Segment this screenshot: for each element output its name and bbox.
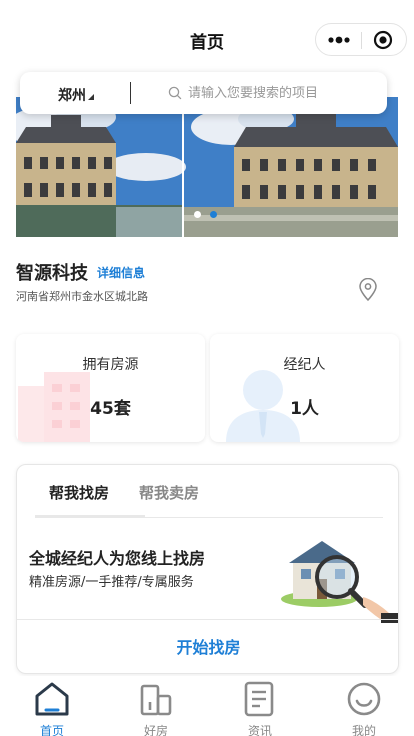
search-input[interactable] [188, 83, 368, 103]
tabbar-item-profile[interactable]: 我的 [312, 680, 414, 736]
banner-carousel[interactable] [16, 97, 398, 237]
building-icon [140, 684, 172, 716]
tab-divider [35, 517, 383, 518]
chateau-photo [16, 97, 398, 237]
tab-sell-house[interactable]: 帮我卖房 [139, 482, 199, 503]
tabbar-item-news[interactable]: 资讯 [208, 680, 312, 736]
stat-value: 1人 [290, 399, 319, 419]
magnifier-house-icon [281, 541, 398, 623]
stat-label: 拥有房源 [82, 357, 139, 373]
tab-find-house[interactable]: 帮我找房 [49, 482, 109, 503]
tabbar-label: 好房 [143, 724, 168, 736]
find-house-card: 帮我找房 帮我卖房 全城经纪人为您线上找房 精准房源/一手推荐/专属服务 开始找… [16, 464, 399, 674]
city-selector[interactable]: 郑州 [58, 85, 86, 105]
capsule-divider [361, 32, 362, 49]
agents-stat-card[interactable]: 经纪人 1人 [210, 334, 399, 442]
news-icon [244, 681, 274, 717]
more-dots-icon[interactable] [325, 31, 353, 49]
search-divider [130, 82, 131, 104]
home-icon [35, 682, 69, 716]
tabbar-label: 我的 [351, 724, 376, 736]
promo-subtitle: 精准房源/一手推荐/专属服务 [29, 575, 194, 590]
tabbar-item-home[interactable]: 首页 [0, 680, 104, 736]
carousel-dot-1[interactable] [194, 211, 201, 218]
target-icon[interactable] [373, 30, 393, 50]
bottom-tab-bar: 首页 好房 资讯 我的 [0, 676, 414, 736]
location-pin-icon[interactable] [358, 278, 378, 302]
stat-label: 经纪人 [283, 357, 326, 373]
detail-info-link[interactable]: 详细信息 [97, 264, 145, 281]
tabbar-item-good-houses[interactable]: 好房 [104, 680, 208, 736]
tabbar-label: 首页 [39, 724, 64, 736]
navigation-bar: 首页 [0, 0, 414, 80]
carousel-dot-2[interactable] [210, 211, 217, 218]
start-search-button[interactable]: 开始找房 [17, 620, 398, 673]
tabbar-label: 资讯 [247, 724, 272, 736]
promo-title: 全城经纪人为您线上找房 [29, 549, 206, 568]
company-name: 智源科技 [16, 263, 88, 284]
search-bar: 郑州 [20, 72, 387, 114]
company-address: 河南省郑州市金水区城北路 [16, 290, 148, 303]
mini-program-capsule [315, 23, 407, 56]
city-dropdown-arrow-icon[interactable] [88, 94, 94, 100]
search-icon [168, 86, 182, 100]
listings-stat-card[interactable]: 拥有房源 45套 [16, 334, 205, 442]
smiley-icon [347, 682, 381, 716]
stat-value: 45套 [90, 399, 131, 419]
